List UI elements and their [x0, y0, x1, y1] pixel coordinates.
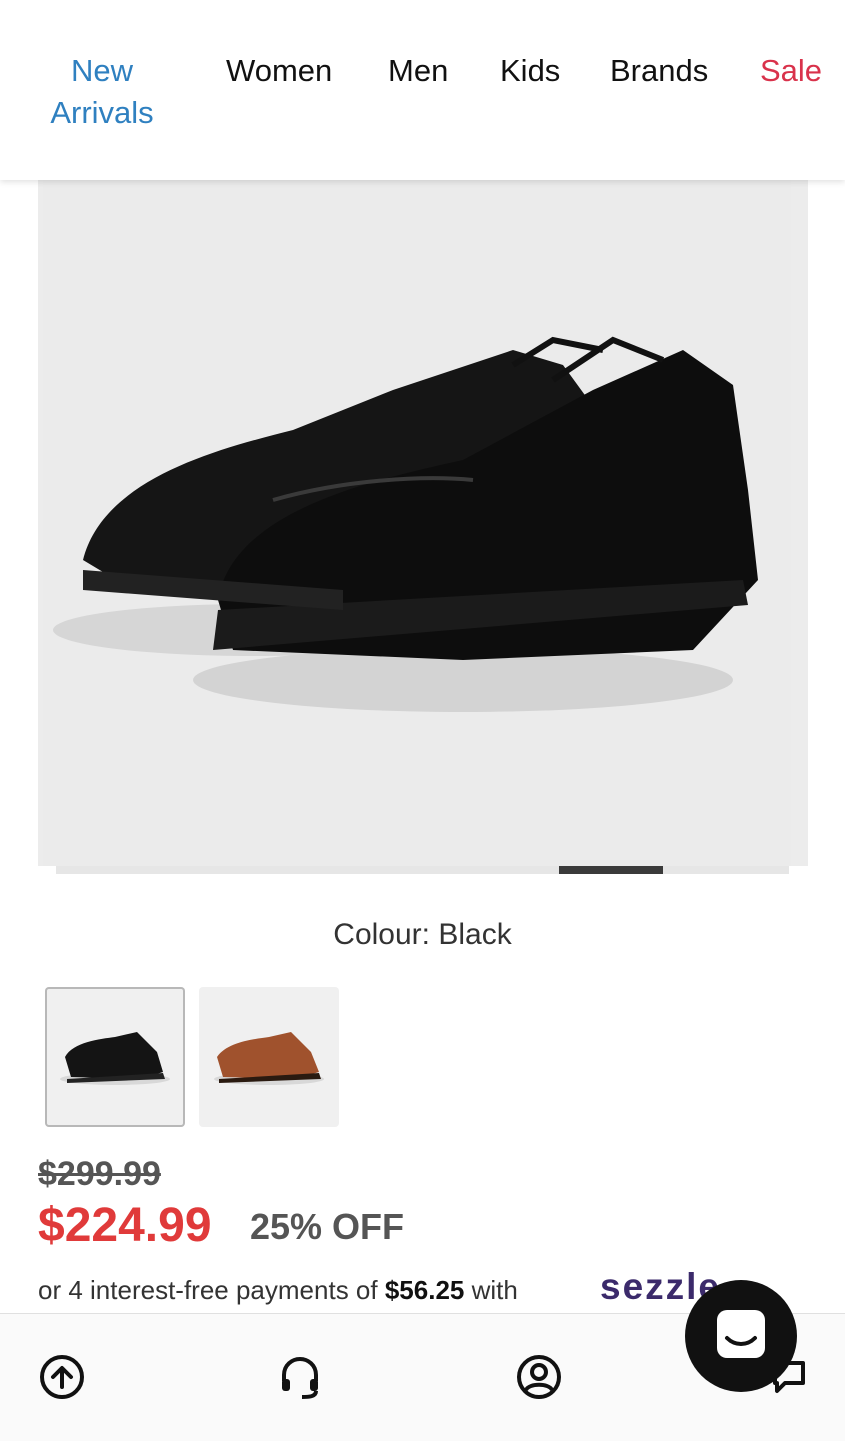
swatch-tan[interactable] [199, 987, 339, 1127]
original-price: $299.99 [38, 1155, 161, 1193]
support-headset-icon[interactable] [276, 1353, 324, 1401]
nav-men[interactable]: Men [388, 50, 448, 92]
installment-suffix: with [471, 1275, 518, 1305]
nav-sale[interactable]: Sale [760, 50, 822, 92]
product-image-gallery[interactable] [38, 180, 808, 866]
discount-badge: 25% OFF [250, 1206, 405, 1247]
top-navigation: New Arrivals Women Men Kids Brands Sale [0, 0, 845, 180]
account-icon[interactable] [515, 1353, 563, 1401]
gallery-scroll-thumb[interactable] [559, 866, 664, 874]
installment-amount: $56.25 [384, 1275, 465, 1305]
live-chat-button[interactable] [685, 1280, 797, 1392]
nav-kids[interactable]: Kids [500, 50, 560, 92]
gallery-scroll-track[interactable] [56, 866, 789, 874]
swatch-black[interactable] [45, 987, 185, 1127]
sale-price: $224.99 [38, 1199, 212, 1252]
scroll-up-icon[interactable] [38, 1353, 86, 1401]
nav-women[interactable]: Women [226, 50, 332, 92]
installment-info: or 4 interest-free payments of $56.25 wi… [38, 1275, 518, 1306]
nav-new-arrivals[interactable]: New Arrivals [44, 50, 160, 134]
message-icon [717, 1310, 765, 1358]
selected-colour: Colour: Black [333, 918, 512, 951]
tan-shoe-thumbnail [214, 1032, 324, 1085]
installment-prefix: or 4 interest-free payments of [38, 1275, 378, 1305]
shoe-image [53, 336, 758, 712]
product-image[interactable] [43, 180, 791, 866]
nav-brands[interactable]: Brands [610, 50, 708, 92]
black-shoe-thumbnail [60, 1032, 170, 1085]
